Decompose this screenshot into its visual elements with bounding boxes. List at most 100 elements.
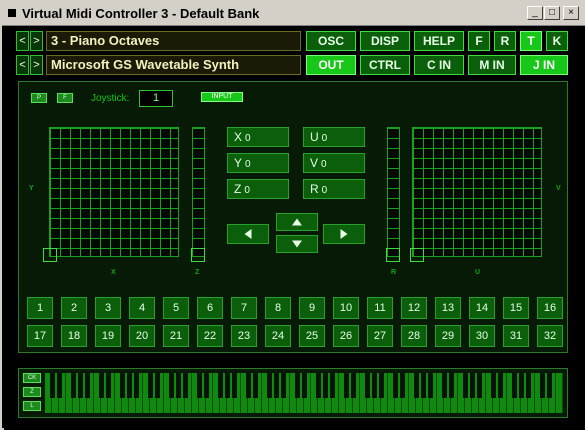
black-key[interactable] (252, 373, 258, 398)
c-in-button[interactable]: C IN (414, 55, 464, 75)
r-slider-track[interactable] (387, 127, 400, 257)
arrow-left-button[interactable] (227, 224, 269, 244)
black-key[interactable] (168, 373, 174, 398)
black-key[interactable] (448, 373, 454, 398)
pad-button[interactable]: 26 (333, 325, 359, 347)
next-preset-button[interactable]: > (30, 31, 43, 51)
arrow-up-button[interactable] (276, 213, 318, 231)
j-in-button[interactable]: J IN (520, 55, 568, 75)
pad-button[interactable]: 7 (231, 297, 257, 319)
black-key[interactable] (539, 373, 545, 398)
f-toggle[interactable]: F (57, 93, 73, 103)
arrow-right-button[interactable] (323, 224, 365, 244)
f-button[interactable]: F (468, 31, 490, 51)
black-key[interactable] (462, 373, 468, 398)
black-key[interactable] (294, 373, 300, 398)
black-key[interactable] (126, 373, 132, 398)
pad-button[interactable]: 14 (469, 297, 495, 319)
black-key[interactable] (476, 373, 482, 398)
black-key[interactable] (49, 373, 55, 398)
uv-grid-right[interactable] (412, 127, 542, 257)
arrow-down-button[interactable] (276, 235, 318, 253)
black-key[interactable] (56, 373, 62, 398)
black-key[interactable] (119, 373, 125, 398)
pad-button[interactable]: 3 (95, 297, 121, 319)
z-slider-handle[interactable] (191, 248, 205, 262)
pad-button[interactable]: 21 (163, 325, 189, 347)
joystick-number-input[interactable]: 1 (139, 90, 173, 107)
black-key[interactable] (329, 373, 335, 398)
pad-button[interactable]: 25 (299, 325, 325, 347)
disp-button[interactable]: DISP (360, 31, 410, 51)
next-device-button[interactable]: > (30, 55, 43, 75)
pad-button[interactable]: 8 (265, 297, 291, 319)
xy-handle-left[interactable] (43, 248, 57, 262)
black-key[interactable] (441, 373, 447, 398)
p-toggle[interactable]: P (31, 93, 47, 103)
osc-button[interactable]: OSC (306, 31, 356, 51)
pad-button[interactable]: 4 (129, 297, 155, 319)
black-key[interactable] (350, 373, 356, 398)
black-key[interactable] (490, 373, 496, 398)
close-button[interactable]: × (563, 6, 579, 20)
keyboard-ck-button[interactable]: CK (23, 373, 41, 383)
pad-button[interactable]: 20 (129, 325, 155, 347)
black-key[interactable] (399, 373, 405, 398)
z-slider-track[interactable] (192, 127, 205, 257)
keyboard-l-button[interactable]: L (23, 401, 41, 411)
piano-keyboard[interactable] (45, 373, 563, 413)
preset-name-field[interactable]: 3 - Piano Octaves (46, 31, 301, 51)
black-key[interactable] (133, 373, 139, 398)
pad-button[interactable]: 22 (197, 325, 223, 347)
prev-preset-button[interactable]: < (16, 31, 29, 51)
black-key[interactable] (231, 373, 237, 398)
black-key[interactable] (392, 373, 398, 398)
input-indicator[interactable]: INPUT (201, 92, 243, 102)
black-key[interactable] (147, 373, 153, 398)
r-slider-handle[interactable] (386, 248, 400, 262)
uv-handle-right[interactable] (410, 248, 424, 262)
pad-button[interactable]: 29 (435, 325, 461, 347)
pad-button[interactable]: 13 (435, 297, 461, 319)
black-key[interactable] (469, 373, 475, 398)
black-key[interactable] (70, 373, 76, 398)
prev-device-button[interactable]: < (16, 55, 29, 75)
out-button[interactable]: OUT (306, 55, 356, 75)
black-key[interactable] (413, 373, 419, 398)
pad-button[interactable]: 6 (197, 297, 223, 319)
white-key[interactable] (556, 373, 563, 413)
black-key[interactable] (105, 373, 111, 398)
black-key[interactable] (427, 373, 433, 398)
black-key[interactable] (77, 373, 83, 398)
device-name-field[interactable]: Microsoft GS Wavetable Synth (46, 55, 301, 75)
black-key[interactable] (420, 373, 426, 398)
pad-button[interactable]: 15 (503, 297, 529, 319)
pad-button[interactable]: 17 (27, 325, 53, 347)
k-button[interactable]: K (546, 31, 568, 51)
pad-button[interactable]: 2 (61, 297, 87, 319)
m-in-button[interactable]: M IN (468, 55, 516, 75)
pad-button[interactable]: 19 (95, 325, 121, 347)
pad-button[interactable]: 23 (231, 325, 257, 347)
pad-button[interactable]: 16 (537, 297, 563, 319)
black-key[interactable] (175, 373, 181, 398)
xy-grid-left[interactable] (49, 127, 179, 257)
black-key[interactable] (497, 373, 503, 398)
black-key[interactable] (245, 373, 251, 398)
maximize-button[interactable]: □ (544, 6, 560, 20)
black-key[interactable] (266, 373, 272, 398)
black-key[interactable] (511, 373, 517, 398)
t-button[interactable]: T (520, 31, 542, 51)
pad-button[interactable]: 32 (537, 325, 563, 347)
black-key[interactable] (196, 373, 202, 398)
black-key[interactable] (343, 373, 349, 398)
black-key[interactable] (518, 373, 524, 398)
title-bar[interactable]: Virtual Midi Controller 3 - Default Bank… (2, 2, 585, 26)
pad-button[interactable]: 31 (503, 325, 529, 347)
black-key[interactable] (280, 373, 286, 398)
help-button[interactable]: HELP (414, 31, 464, 51)
black-key[interactable] (217, 373, 223, 398)
black-key[interactable] (525, 373, 531, 398)
black-key[interactable] (84, 373, 90, 398)
pad-button[interactable]: 30 (469, 325, 495, 347)
